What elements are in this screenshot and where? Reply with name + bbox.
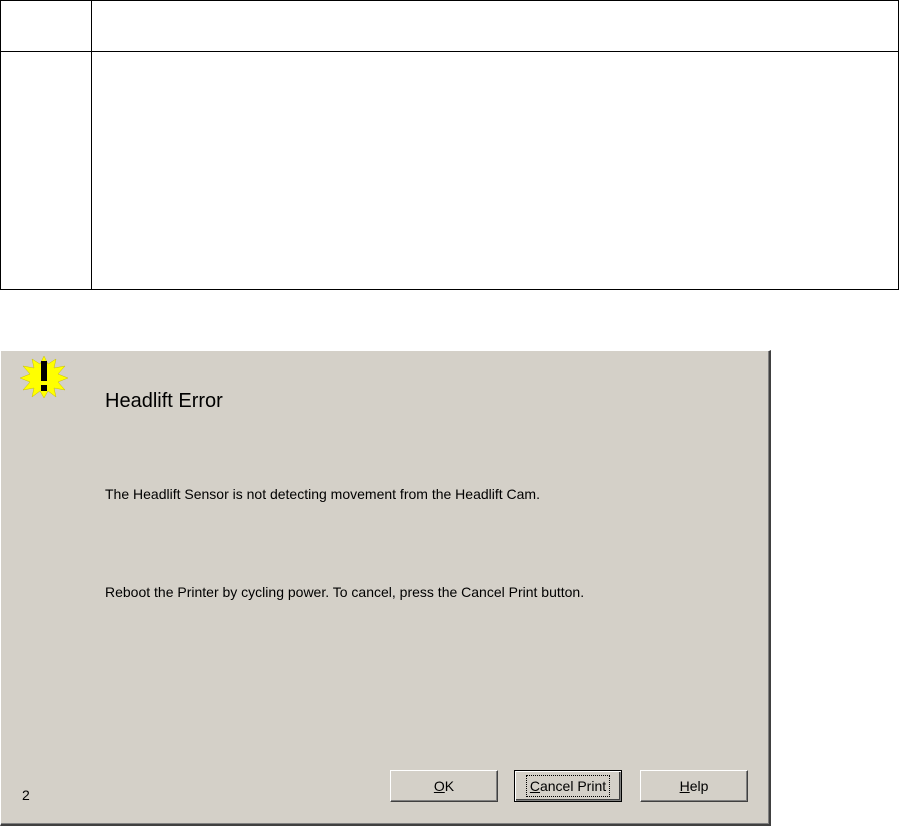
error-code: 2 [22, 787, 30, 803]
table-cell-header-left [1, 1, 91, 51]
table-cell-body-left [1, 52, 91, 289]
table-cell-body-right [92, 52, 898, 289]
ok-button[interactable]: OK [390, 770, 498, 802]
help-button-label: Help [679, 778, 709, 794]
error-dialog: Headlift Error The Headlift Sensor is no… [0, 350, 771, 826]
table-cell-header-right [92, 1, 898, 51]
ok-button-label: OK [433, 778, 455, 794]
error-instruction: Reboot the Printer by cycling power. To … [105, 584, 585, 600]
dialog-title: Headlift Error [105, 390, 223, 412]
warning-exclamation-icon [19, 355, 69, 399]
cancel-print-button[interactable]: Cancel Print [514, 770, 622, 802]
cancel-print-button-label: Cancel Print [525, 775, 611, 797]
help-button[interactable]: Help [640, 770, 748, 802]
document-table [0, 0, 899, 290]
error-description: The Headlift Sensor is not detecting mov… [105, 486, 540, 502]
